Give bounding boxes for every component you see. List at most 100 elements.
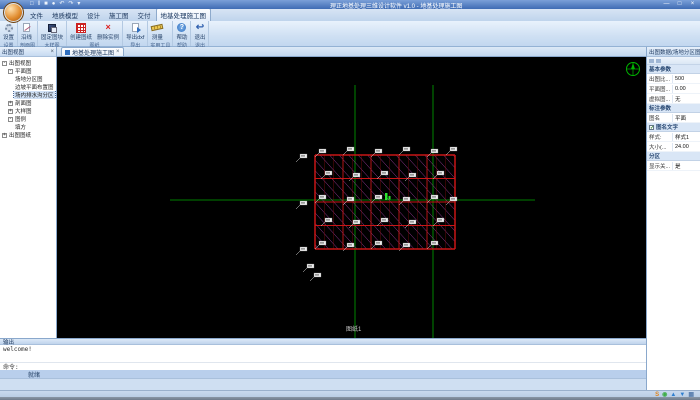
property-row: 大小(...24.00 [647, 142, 700, 152]
tree-item-9[interactable]: +出图图纸 [1, 131, 56, 139]
ribbon-button-label: 删除实例 [97, 33, 119, 41]
properties-panel-title: 出图数据(场地分区图) [649, 48, 700, 56]
status-tray: S◉▲▼▦ [655, 392, 694, 399]
ready-status-label: 就绪 [28, 370, 40, 379]
section-line-button[interactable]: 沿线 [20, 22, 33, 41]
tree-item-2[interactable]: 场地分区图 [1, 75, 56, 83]
ribbon-tab-4[interactable]: 交付 [134, 9, 155, 21]
snap-icon[interactable]: S [655, 392, 659, 399]
create-sheet-icon [76, 23, 86, 33]
property-row: 图名平面 [647, 113, 700, 123]
view-tree-close-icon[interactable]: × [50, 49, 54, 55]
expand-icon[interactable]: + [2, 133, 7, 138]
tree-item-label: 场内排水沟分区 [14, 91, 55, 99]
ribbon-button-label: 帮助 [176, 33, 187, 41]
drawing-canvas[interactable]: 图纸1 [57, 57, 646, 338]
ribbon-tab-2[interactable]: 设计 [83, 9, 104, 21]
ribbon-group-7: 退出退出 [191, 21, 209, 46]
expand-icon[interactable]: + [8, 101, 13, 106]
property-value[interactable]: 是 [673, 162, 700, 170]
property-value[interactable]: 0.00 [673, 86, 700, 92]
output-panel-header[interactable]: 输出 [0, 338, 646, 345]
up-icon[interactable]: ▲ [670, 392, 676, 399]
minimize-button[interactable]: — [661, 0, 672, 8]
property-label: 显示关... [647, 162, 673, 170]
undo-icon[interactable]: ↶ [59, 1, 64, 8]
refresh-icon[interactable]: ◉ [662, 392, 667, 399]
property-group-header-0[interactable]: 基本参数 [647, 65, 700, 74]
property-label: 平面图... [647, 85, 673, 93]
property-group-header-3[interactable]: 分区 [647, 152, 700, 161]
tree-item-3[interactable]: 边坡平面布置图 [1, 83, 56, 91]
tree-item-5[interactable]: +剖面图 [1, 99, 56, 107]
property-grid: 基本参数出图比...500平面图...0.00虚拟图...无标注参数图名平面✓图… [647, 65, 700, 171]
ribbon-tab-1[interactable]: 地质模型 [48, 9, 82, 21]
property-value[interactable]: 24.00 [673, 144, 700, 150]
app-menu-button[interactable] [3, 2, 24, 23]
ribbon-button-label: 创建图纸 [70, 33, 92, 41]
property-group-label: 分区 [649, 152, 660, 160]
collapse-icon[interactable]: - [8, 69, 13, 74]
down-icon[interactable]: ▼ [679, 392, 685, 399]
info-icon[interactable]: ● [52, 1, 56, 8]
property-value[interactable]: 无 [673, 95, 700, 103]
pause-icon[interactable]: ‖ [38, 1, 40, 8]
checkbox-icon[interactable]: ✓ [649, 125, 654, 130]
save-icon[interactable]: ■ [44, 1, 48, 8]
close-button[interactable]: × [687, 0, 698, 8]
gear-icon [5, 24, 13, 32]
tree-item-8[interactable]: 填方 [1, 123, 56, 131]
property-value[interactable]: 平面 [673, 114, 700, 122]
tree-item-4[interactable]: 场内排水沟分区 [1, 91, 56, 99]
ribbon-tab-3[interactable]: 施工图 [105, 9, 133, 21]
tree-item-label: 填方 [14, 123, 27, 131]
delete-instance-button[interactable]: 删除实例 [96, 22, 120, 41]
ribbon-button-label: 固定图块 [41, 33, 63, 41]
document-tab[interactable]: 地基处理施工图 × [61, 47, 124, 56]
tree-item-label: 平面图 [14, 67, 33, 75]
gear-button[interactable]: 设置 [2, 22, 15, 41]
grid-mode-icon[interactable]: ▦ [688, 392, 694, 399]
property-label: 大小(... [647, 143, 673, 151]
view-tree-panel: 出图视图 × -出图视图-平面图场地分区图边坡平面布置图场内排水沟分区+剖面图+… [0, 47, 57, 338]
dropdown-icon[interactable]: ▾ [77, 1, 80, 8]
tree-item-0[interactable]: -出图视图 [1, 59, 56, 67]
expand-icon[interactable]: + [8, 109, 13, 114]
title-bar: 理正地基处理三维设计软件 v1.0 - 地基处理施工图 — □ × [0, 0, 700, 9]
window-controls: — □ × [661, 0, 698, 8]
tree-item-label: 出图图纸 [8, 131, 32, 139]
measure-button[interactable]: 测量 [150, 22, 164, 41]
block-icon [48, 24, 56, 32]
export-button[interactable]: 导出dxf [125, 22, 145, 41]
drawing-viewport[interactable]: 图纸1 [57, 57, 646, 338]
maximize-button[interactable]: □ [674, 0, 685, 8]
sort-icon[interactable] [649, 59, 654, 63]
collapse-icon[interactable]: - [8, 117, 13, 122]
view-tree-panel-title: 出图视图 [2, 48, 24, 56]
property-group-header-2[interactable]: ✓图名文字 [647, 123, 700, 132]
help-button[interactable]: 帮助 [175, 22, 188, 41]
command-input[interactable] [21, 364, 646, 370]
filter-icon[interactable] [656, 59, 661, 63]
ribbon-button-label: 导出dxf [126, 33, 144, 41]
create-sheet-button[interactable]: 创建图纸 [69, 22, 93, 41]
document-tab-close-icon[interactable]: × [116, 49, 120, 55]
tree-item-6[interactable]: +大样图 [1, 107, 56, 115]
block-button[interactable]: 固定图块 [40, 22, 64, 41]
ribbon-tab-0[interactable]: 文件 [26, 9, 47, 21]
property-group-header-1[interactable]: 标注参数 [647, 104, 700, 113]
ribbon-group-1: 沿线剖面图 [18, 21, 38, 46]
property-value[interactable]: 样式1 [673, 133, 700, 141]
property-value[interactable]: 500 [673, 76, 700, 82]
redo-icon[interactable]: ↷ [68, 1, 73, 8]
open-icon[interactable]: □ [30, 1, 34, 8]
exit-button[interactable]: 退出 [193, 22, 206, 41]
tree-item-7[interactable]: -图例 [1, 115, 56, 123]
properties-panel: 出图数据(场地分区图) × 基本参数出图比...500平面图...0.00虚拟图… [646, 47, 700, 390]
command-row: 命令: [0, 362, 646, 370]
tree-item-1[interactable]: -平面图 [1, 67, 56, 75]
property-label: 图名 [647, 114, 673, 122]
collapse-icon[interactable]: - [2, 61, 7, 66]
ready-row: 就绪 [0, 370, 646, 378]
ribbon-tab-5[interactable]: 地基处理施工图 [156, 8, 212, 21]
